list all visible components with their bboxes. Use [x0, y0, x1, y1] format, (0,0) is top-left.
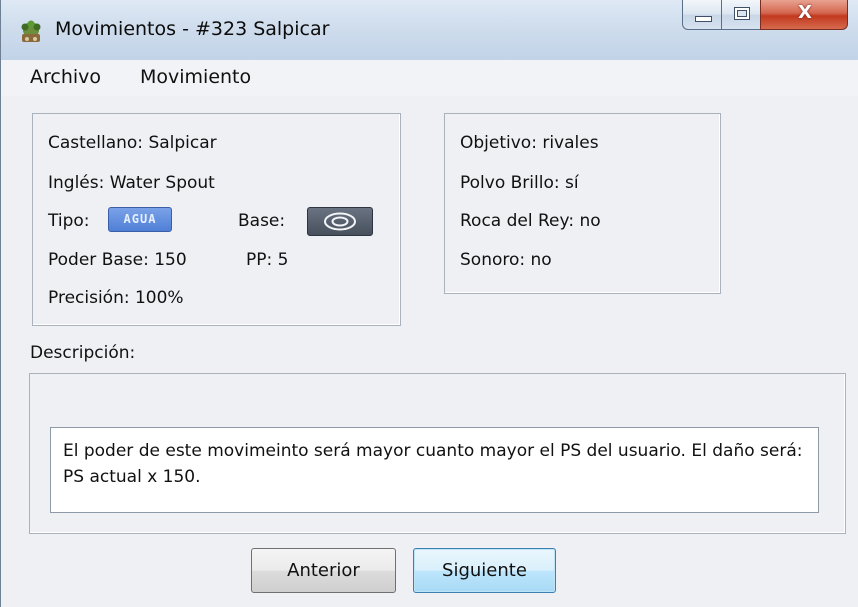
- app-icon: [21, 20, 41, 42]
- roca-del-rey-field: Roca del Rey: no: [460, 211, 601, 231]
- previous-button[interactable]: Anterior: [251, 548, 396, 593]
- castellano-field: Castellano: Salpicar: [48, 133, 217, 153]
- next-button[interactable]: Siguiente: [413, 548, 556, 593]
- menu-archivo[interactable]: Archivo: [30, 66, 101, 88]
- polvo-brillo-field: Polvo Brillo: sí: [460, 173, 579, 193]
- pp-field: PP: 5: [246, 250, 289, 270]
- ingles-field: Inglés: Water Spout: [48, 173, 215, 193]
- menu-movimiento[interactable]: Movimiento: [140, 66, 251, 88]
- tipo-label: Tipo:: [48, 211, 90, 231]
- menu-bar: Archivo Movimiento: [1, 60, 858, 96]
- base-category-badge: [307, 207, 373, 236]
- precision-field: Precisión: 100%: [48, 288, 184, 308]
- close-button[interactable]: X: [760, 0, 848, 30]
- objetivo-field: Objetivo: rivales: [460, 133, 599, 153]
- description-text[interactable]: El poder de este movimeinto será mayor c…: [50, 427, 819, 513]
- minimize-button[interactable]: [682, 0, 722, 30]
- description-label: Descripción:: [30, 343, 136, 363]
- maximize-button[interactable]: [721, 0, 761, 30]
- moves-window: Movimientos - #323 Salpicar X Archivo Mo…: [0, 0, 858, 607]
- maximize-icon: [734, 7, 750, 20]
- poder-base-field: Poder Base: 150: [48, 250, 187, 270]
- type-badge: AGUA: [108, 207, 172, 232]
- title-bar[interactable]: Movimientos - #323 Salpicar X: [1, 0, 858, 60]
- close-icon: X: [798, 2, 812, 23]
- special-category-icon: [324, 212, 356, 231]
- sonoro-field: Sonoro: no: [460, 250, 552, 270]
- base-label: Base:: [238, 211, 286, 231]
- minimize-icon: [695, 16, 712, 22]
- window-title: Movimientos - #323 Salpicar: [55, 18, 330, 40]
